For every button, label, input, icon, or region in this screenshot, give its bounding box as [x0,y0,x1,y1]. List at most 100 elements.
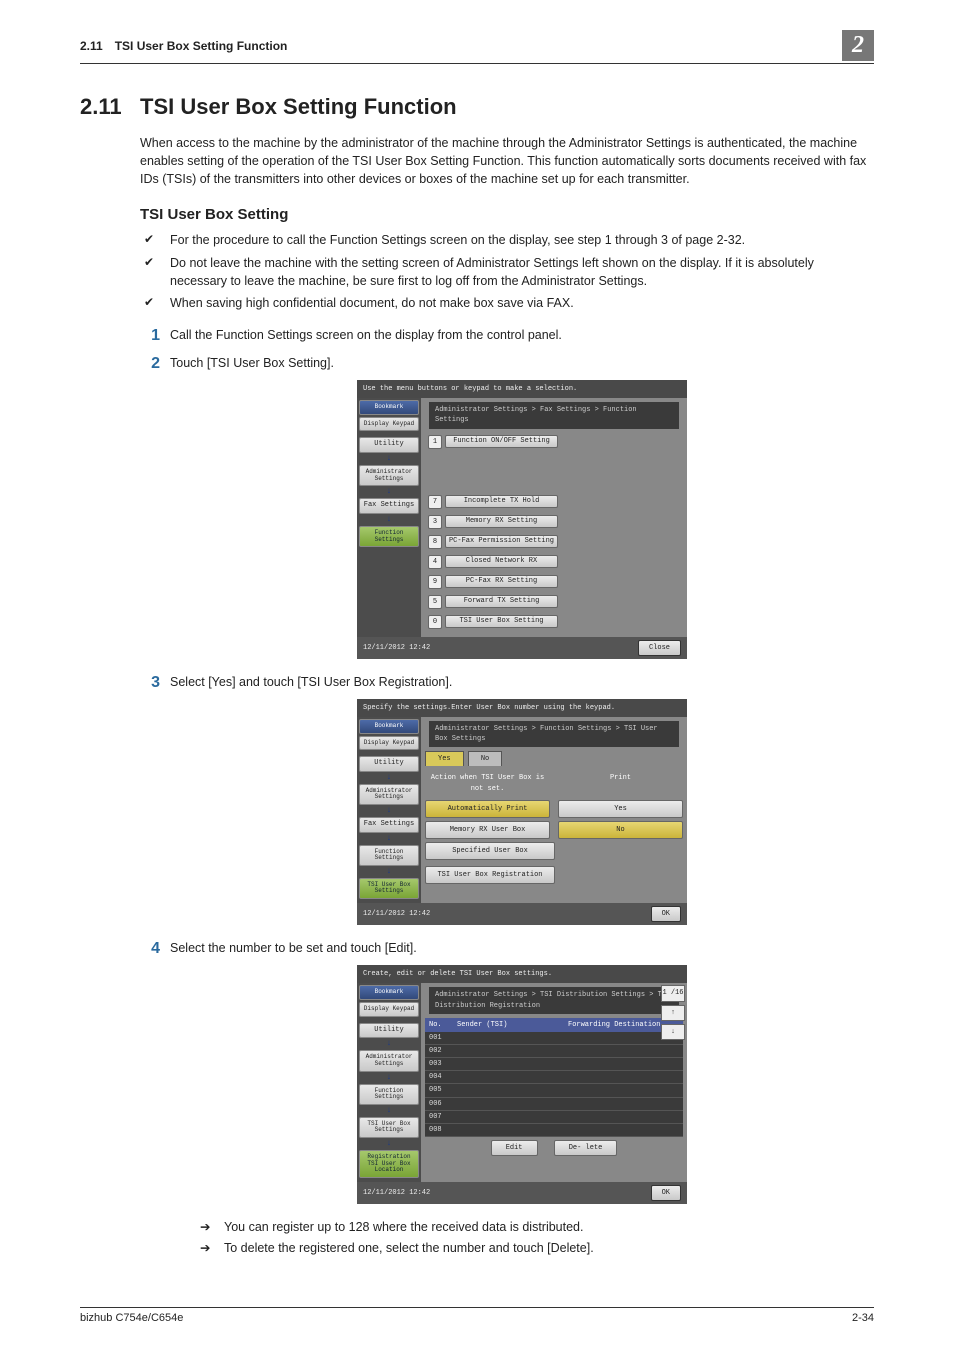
step: 4 Select the number to be set and touch … [140,939,874,1257]
option-number: 4 [428,555,442,569]
table-row[interactable]: 007 [425,1111,683,1124]
note-item: To delete the registered one, select the… [200,1239,874,1257]
option-number: 9 [428,575,442,589]
admin-settings-button[interactable]: Administrator Settings [359,1050,419,1071]
display-keypad-button[interactable]: Display Keypad [359,1002,419,1017]
bookmark-button[interactable]: Bookmark [359,719,419,734]
utility-button[interactable]: Utility [359,1023,419,1039]
print-no-button[interactable]: No [558,821,683,839]
nav-arrow-icon: ↓ [359,488,419,496]
option-button[interactable]: Function ON/OFF Setting [445,435,558,449]
memory-rx-button[interactable]: Memory RX User Box [425,821,550,839]
fax-settings-button[interactable]: Fax Settings [359,817,419,833]
note-item: You can register up to 128 where the rec… [200,1218,874,1236]
step-text: Call the Function Settings screen on the… [170,328,562,342]
col-title-print: Print [558,770,683,796]
tab-no[interactable]: No [468,751,502,766]
close-button[interactable]: Close [638,640,681,656]
col-no: No. [429,1020,457,1030]
function-settings-button[interactable]: Function Settings [359,1084,419,1105]
running-head-title: TSI User Box Setting Function [115,39,288,53]
option-number: 5 [428,595,442,609]
footer-page: 2-34 [852,1312,874,1324]
nav-arrow-icon: ↓ [359,1074,419,1082]
option-button[interactable]: PC-Fax Permission Setting [445,535,558,549]
touchpanel-tsi-settings: Specify the settings.Enter User Box numb… [357,699,687,925]
running-head-badge: 2 [842,30,874,61]
breadcrumb: Administrator Settings > TSI Distributio… [429,987,679,1013]
scroll-down-button[interactable]: ↓ [661,1024,685,1040]
admin-settings-button[interactable]: Administrator Settings [359,465,419,486]
intro-paragraph: When access to the machine by the admini… [140,134,874,188]
fax-settings-button[interactable]: Fax Settings [359,498,419,514]
display-keypad-button[interactable]: Display Keypad [359,736,419,751]
tsi-settings-button[interactable]: TSI User Box Settings [359,878,419,899]
auto-print-button[interactable]: Automatically Print [425,800,550,818]
step-number: 2 [140,352,160,375]
page-indicator: 1 /16 [661,985,685,1001]
panel-datetime: 12/11/2012 12:42 [363,643,430,653]
panel-datetime: 12/11/2012 12:42 [363,1188,430,1198]
breadcrumb: Administrator Settings > Fax Settings > … [429,402,679,428]
admin-settings-button[interactable]: Administrator Settings [359,784,419,805]
step-list: 1 Call the Function Settings screen on t… [140,326,874,1257]
touchpanel-function-settings: Use the menu buttons or keypad to make a… [357,380,687,659]
section-number: 2.11 [80,94,140,120]
display-keypad-button[interactable]: Display Keypad [359,417,419,432]
option-number: 8 [428,535,442,549]
touchpanel-tsi-registration: Create, edit or delete TSI User Box sett… [357,965,687,1204]
check-item: When saving high confidential document, … [140,294,874,312]
nav-arrow-icon: ↓ [359,455,419,463]
table-row[interactable]: 003 [425,1058,683,1071]
registration-button[interactable]: Registration TSI User Box Location [359,1150,419,1178]
bookmark-button[interactable]: Bookmark [359,400,419,415]
edit-button[interactable]: Edit [491,1140,538,1156]
panel-instruction: Create, edit or delete TSI User Box sett… [357,965,687,983]
ok-button[interactable]: OK [651,1185,681,1201]
function-settings-button[interactable]: Function Settings [359,845,419,866]
specified-box-button[interactable]: Specified User Box [425,842,555,860]
footer-model: bizhub C754e/C654e [80,1312,183,1324]
function-settings-button[interactable]: Function Settings [359,526,419,547]
step-text: Select [Yes] and touch [TSI User Box Reg… [170,675,452,689]
option-button[interactable]: Memory RX Setting [445,515,558,529]
bookmark-button[interactable]: Bookmark [359,985,419,1000]
section-heading: 2.11TSI User Box Setting Function [80,94,874,120]
option-number: 0 [428,615,442,629]
running-head: 2.11 TSI User Box Setting Function 2 [80,30,874,64]
option-button[interactable]: Incomplete TX Hold [445,495,558,509]
tab-yes[interactable]: Yes [425,751,464,766]
step: 3 Select [Yes] and touch [TSI User Box R… [140,673,874,926]
panel-instruction: Specify the settings.Enter User Box numb… [357,699,687,717]
nav-arrow-icon: ↓ [359,868,419,876]
tsi-settings-button[interactable]: TSI User Box Settings [359,1117,419,1138]
scroll-up-button[interactable]: ↑ [661,1005,685,1021]
table-row[interactable]: 001 [425,1032,683,1045]
note-list: You can register up to 128 where the rec… [200,1218,874,1257]
option-button[interactable]: Forward TX Setting [445,595,558,609]
check-item: For the procedure to call the Function S… [140,231,874,249]
print-yes-button[interactable]: Yes [558,800,683,818]
table-row[interactable]: 005 [425,1084,683,1097]
running-head-no: 2.11 [80,39,103,53]
section-title: TSI User Box Setting Function [140,94,457,119]
delete-button[interactable]: De- lete [554,1140,618,1156]
table-row[interactable]: 008 [425,1124,683,1137]
nav-arrow-icon: ↓ [359,516,419,524]
panel-instruction: Use the menu buttons or keypad to make a… [357,380,687,398]
table-row[interactable]: 006 [425,1098,683,1111]
step-text: Touch [TSI User Box Setting]. [170,356,334,370]
page-footer: bizhub C754e/C654e 2-34 [80,1307,874,1324]
check-item: Do not leave the machine with the settin… [140,254,874,290]
table-row[interactable]: 002 [425,1045,683,1058]
ok-button[interactable]: OK [651,906,681,922]
option-button[interactable]: PC-Fax RX Setting [445,575,558,589]
option-button[interactable]: Closed Network RX [445,555,558,569]
list-header: No. Sender (TSI) Forwarding Destination [425,1018,683,1032]
tsi-user-box-setting-button[interactable]: TSI User Box Setting [445,615,558,629]
table-row[interactable]: 004 [425,1071,683,1084]
utility-button[interactable]: Utility [359,756,419,772]
step-number: 3 [140,671,160,694]
tsi-registration-button[interactable]: TSI User Box Registration [425,866,555,884]
utility-button[interactable]: Utility [359,437,419,453]
